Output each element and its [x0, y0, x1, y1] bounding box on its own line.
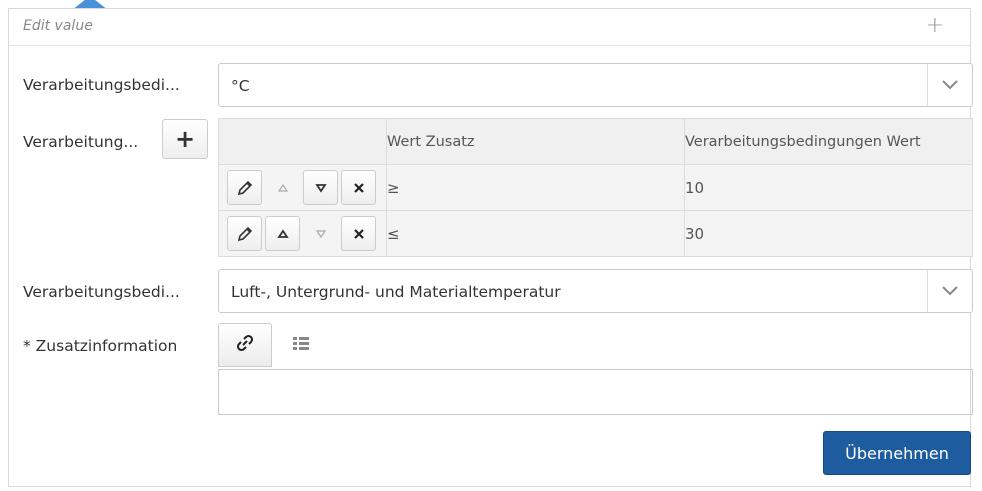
condition-type-select[interactable]: Luft-, Untergrund- und Materialtemperatu…: [218, 269, 973, 313]
list-tab-button[interactable]: [274, 323, 328, 367]
additional-info-input[interactable]: [218, 369, 973, 415]
row-wert: 10: [684, 164, 973, 211]
column-header-actions: [218, 118, 387, 165]
move-down-icon[interactable]: [303, 216, 338, 251]
move-down-icon[interactable]: [303, 170, 338, 205]
edit-pencil-icon[interactable]: [227, 170, 262, 205]
condition-type-label: Verarbeitungsbedi...: [23, 283, 180, 301]
unit-select[interactable]: °C: [218, 63, 973, 107]
move-up-icon[interactable]: [265, 216, 300, 251]
table-header-row: Wert Zusatz Verarbeitungsbedingungen Wer…: [218, 118, 973, 165]
panel-title: Edit value: [23, 18, 93, 34]
submit-button[interactable]: Übernehmen: [823, 431, 971, 475]
panel-header: Edit value +: [9, 9, 970, 46]
conditions-table: Wert Zusatz Verarbeitungsbedingungen Wer…: [218, 118, 973, 257]
move-up-icon[interactable]: [265, 170, 300, 205]
delete-x-icon[interactable]: [341, 216, 376, 251]
row-actions: [218, 164, 387, 211]
table-row[interactable]: ≤ 30: [218, 210, 973, 257]
add-condition-button[interactable]: +: [162, 119, 208, 159]
edit-pencil-icon[interactable]: [227, 216, 262, 251]
table-row[interactable]: ≥ 10: [218, 164, 973, 211]
additional-info-label: * Zusatzinformation: [23, 337, 178, 355]
column-header-wert-zusatz: Wert Zusatz: [386, 118, 685, 165]
condition-type-value: Luft-, Untergrund- und Materialtemperatu…: [231, 283, 561, 301]
chevron-down-icon[interactable]: [927, 64, 972, 106]
delete-x-icon[interactable]: [341, 170, 376, 205]
expand-plus-icon[interactable]: +: [926, 13, 944, 38]
list-icon: [292, 335, 310, 355]
link-icon: [235, 333, 255, 357]
chevron-down-icon[interactable]: [927, 270, 972, 312]
row-actions: [218, 210, 387, 257]
row-wert-zusatz: ≥: [386, 164, 685, 211]
link-tab-button[interactable]: [218, 323, 272, 367]
unit-label: Verarbeitungsbedi...: [23, 76, 180, 94]
row-wert: 30: [684, 210, 973, 257]
plus-icon: +: [174, 125, 196, 153]
row-wert-zusatz: ≤: [386, 210, 685, 257]
conditions-label: Verarbeitung...: [23, 133, 139, 151]
column-header-wert: Verarbeitungsbedingungen Wert: [684, 118, 973, 165]
unit-select-value: °C: [231, 77, 250, 95]
